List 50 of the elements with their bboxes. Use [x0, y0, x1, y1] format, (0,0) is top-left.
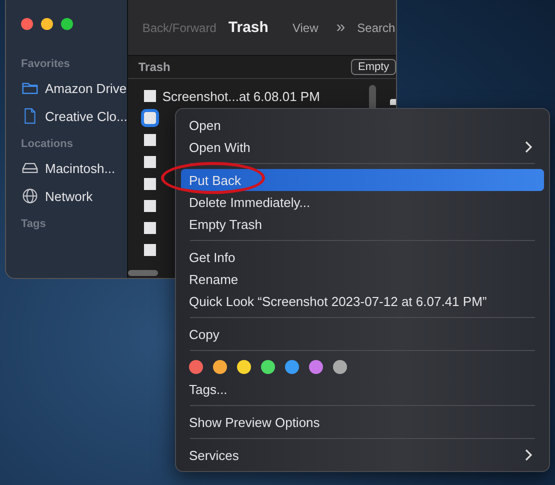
scrollbar[interactable]: [128, 270, 158, 276]
menu-item[interactable]: Show Preview Options: [181, 411, 544, 433]
sidebar-heading: Locations: [20, 137, 74, 152]
sidebar-item[interactable]: Macintosh...: [6, 154, 128, 182]
minimize-icon[interactable]: [41, 18, 53, 30]
globe-icon: [22, 188, 38, 204]
sidebar-item[interactable]: Creative Clo...: [6, 102, 128, 130]
tag-color-dot[interactable]: [237, 360, 251, 374]
menu-item[interactable]: Quick Look “Screenshot 2023-07-12 at 6.07.41 PM”: [181, 290, 544, 312]
tag-color-dot[interactable]: [261, 360, 275, 374]
chevron-icon: [524, 449, 532, 461]
view-button[interactable]: View: [292, 20, 318, 34]
menu-item[interactable]: Delete Immediately...: [181, 191, 544, 213]
menu-item[interactable]: Open: [181, 114, 544, 136]
sidebar-item[interactable]: Network: [6, 182, 128, 210]
empty-button[interactable]: Empty: [350, 59, 396, 75]
tag-color-dot[interactable]: [213, 360, 227, 374]
file-icon[interactable]: [144, 244, 156, 256]
more-button[interactable]: »: [336, 18, 346, 36]
sidebar-heading: Favorites: [20, 57, 71, 72]
search-button[interactable]: Search: [357, 20, 396, 34]
tag-color-dot[interactable]: [285, 360, 299, 374]
chevron-icon: [524, 141, 532, 153]
window-title: Trash: [228, 19, 268, 36]
file-name[interactable]: Screenshot...at 6.08.01 PM: [162, 88, 320, 104]
drive-icon: [22, 160, 38, 176]
menu-item[interactable]: Tags...: [181, 378, 544, 400]
folder-title: Trash: [138, 60, 170, 74]
menu-item[interactable]: Empty Trash: [181, 213, 544, 235]
close-icon[interactable]: [21, 18, 33, 30]
file-icon[interactable]: [144, 134, 156, 146]
menu-item[interactable]: Services: [181, 444, 544, 466]
file-icon[interactable]: [144, 90, 156, 102]
folder-icon: [22, 80, 38, 96]
sidebar-heading: Tags: [20, 217, 47, 232]
menu-item[interactable]: Copy: [181, 323, 544, 345]
tag-color-dot[interactable]: [189, 360, 203, 374]
tag-color-dot[interactable]: [333, 360, 347, 374]
file-icon[interactable]: [144, 178, 156, 190]
menu-item[interactable]: Get Info: [181, 246, 544, 268]
file-icon[interactable]: [144, 200, 156, 212]
tag-color-dot[interactable]: [309, 360, 323, 374]
sidebar-item[interactable]: Amazon Drive: [6, 74, 128, 102]
file-icon[interactable]: [144, 222, 156, 234]
menu-item[interactable]: Open With: [181, 136, 544, 158]
file-icon[interactable]: [144, 156, 156, 168]
menu-item[interactable]: Rename: [181, 268, 544, 290]
document-icon: [22, 108, 38, 124]
menu-item[interactable]: Put Back: [181, 169, 544, 191]
zoom-icon[interactable]: [61, 18, 73, 30]
